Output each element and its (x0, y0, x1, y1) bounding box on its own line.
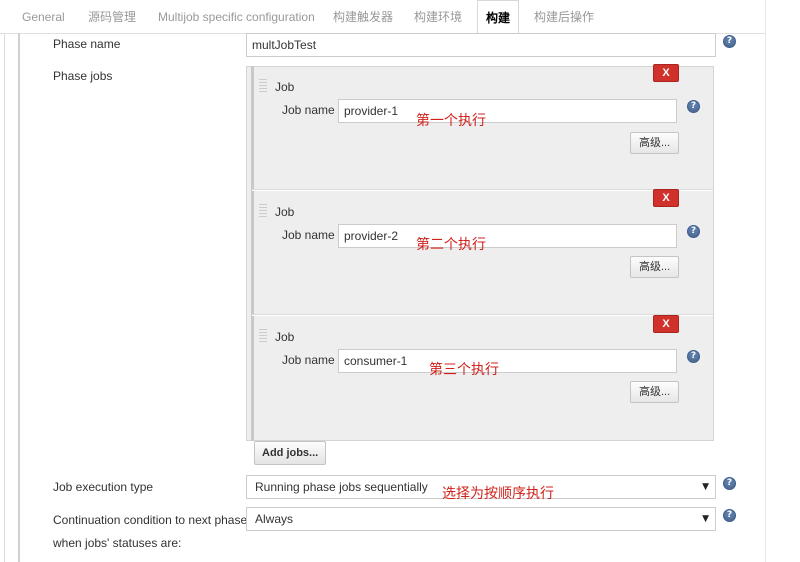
tab-build-environment[interactable]: 构建环境 (414, 0, 462, 33)
annotation-note: 第一个执行 (416, 112, 486, 128)
tab-build[interactable]: 构建 (477, 0, 519, 34)
continuation-label: Continuation condition to next phase (53, 513, 248, 527)
chevron-down-icon: ▼ (702, 482, 709, 492)
continuation-label-line2: when jobs' statuses are: (53, 536, 182, 550)
annotation-note: 第三个执行 (429, 361, 499, 377)
execution-type-value: Running phase jobs sequentially (255, 480, 428, 494)
help-icon[interactable]: ? (723, 477, 736, 490)
job-name-label: Job name (282, 353, 335, 367)
advanced-button[interactable]: 高级... (630, 256, 680, 278)
tab-build-triggers[interactable]: 构建触发器 (333, 0, 393, 33)
execution-type-label: Job execution type (53, 480, 154, 494)
delete-job-button[interactable]: X (653, 64, 679, 82)
section-indent-bar (18, 33, 20, 562)
phase-name-input[interactable]: multJobTest (246, 33, 716, 57)
help-icon[interactable]: ? (723, 509, 736, 522)
help-icon[interactable]: ? (687, 350, 700, 363)
phase-jobs-indent-bar (251, 66, 254, 441)
advanced-button[interactable]: 高级... (630, 132, 680, 154)
job-header: Job (275, 330, 295, 344)
help-icon[interactable]: ? (687, 100, 700, 113)
phase-name-label: Phase name (53, 37, 121, 51)
drag-handle-icon[interactable] (259, 329, 267, 343)
annotation-note: 第二个执行 (416, 236, 486, 252)
tab-post-build[interactable]: 构建后操作 (534, 0, 594, 33)
job-name-input[interactable]: provider-1 (338, 99, 677, 123)
tab-source-control[interactable]: 源码管理 (88, 0, 136, 33)
drag-handle-icon[interactable] (259, 204, 267, 218)
chevron-down-icon: ▼ (702, 514, 709, 524)
job-header: Job (275, 80, 295, 94)
help-icon[interactable]: ? (723, 35, 736, 48)
phase-jobs-label: Phase jobs (53, 69, 113, 83)
delete-job-button[interactable]: X (653, 315, 679, 333)
add-jobs-button[interactable]: Add jobs... (254, 441, 327, 465)
job-divider (252, 190, 713, 191)
job-name-input[interactable]: consumer-1 (338, 349, 677, 373)
help-icon[interactable]: ? (687, 225, 700, 238)
advanced-button[interactable]: 高级... (630, 381, 680, 403)
delete-job-button[interactable]: X (653, 189, 679, 207)
annotation-note: 选择为按顺序执行 (442, 485, 554, 501)
job-name-label: Job name (282, 228, 335, 242)
job-divider (252, 315, 713, 316)
job-name-label: Job name (282, 103, 335, 117)
job-name-input[interactable]: provider-2 (338, 224, 677, 248)
tab-general[interactable]: General (22, 0, 65, 33)
drag-handle-icon[interactable] (259, 79, 267, 93)
job-header: Job (275, 205, 295, 219)
content-left-border (4, 33, 5, 562)
tab-multijob-config[interactable]: Multijob specific configuration (158, 0, 315, 33)
tab-bar: General 源码管理 Multijob specific configura… (0, 0, 765, 34)
content-right-border (765, 0, 766, 562)
continuation-condition-select[interactable]: Always ▼ (246, 507, 716, 531)
continuation-condition-value: Always (255, 512, 294, 526)
